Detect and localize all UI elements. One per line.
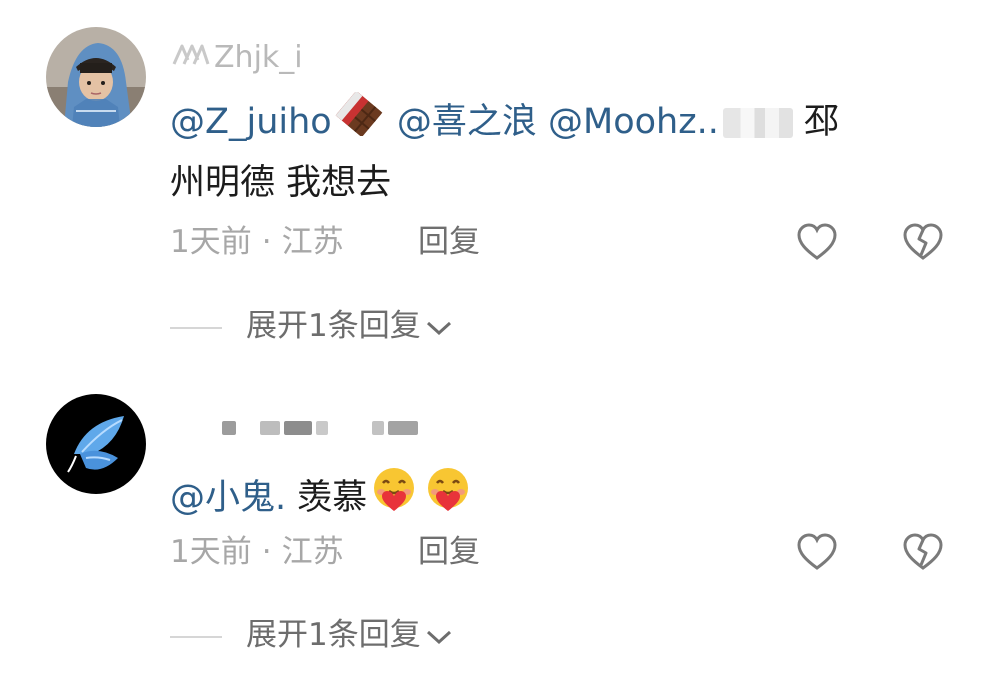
separator-dot: ·: [261, 534, 272, 570]
comment-text-tail-a: 邳: [804, 102, 840, 142]
comment-location: 江苏: [281, 534, 344, 570]
reply-button[interactable]: 回复: [418, 222, 480, 262]
heart-outline-icon[interactable]: [796, 532, 838, 572]
mention-link[interactable]: @Z_juiho: [170, 102, 332, 142]
redacted-text: [722, 108, 793, 138]
divider-line: [170, 326, 222, 329]
broken-heart-icon[interactable]: [902, 532, 944, 572]
avatar[interactable]: [46, 394, 146, 494]
comment-item: @小鬼. 羡慕 1天前 · 江苏 回复 展开1条回复: [0, 372, 1000, 686]
mention-link[interactable]: @喜之浪: [397, 102, 537, 142]
reply-button[interactable]: 回复: [418, 532, 480, 572]
comment-meta: 1天前 · 江苏 回复: [170, 532, 480, 572]
expand-replies-button[interactable]: 展开1条回复: [170, 306, 453, 346]
comment-list: Zhjk_i @Z_juiho @喜之浪 @Moohz.. 邳州明德 我想去 1…: [0, 0, 1000, 686]
chevron-down-icon: [425, 308, 453, 348]
comment-text-tail-b: 州明德 我想去: [170, 163, 392, 203]
user-badge-icon: [172, 41, 210, 77]
username[interactable]: Zhjk_i: [172, 40, 303, 77]
smiling-face-with-hearts-emoji: [423, 465, 473, 533]
comment-time: 1天前: [170, 224, 252, 260]
comment-time: 1天前: [170, 534, 252, 570]
mention-link[interactable]: @小鬼.: [170, 478, 286, 518]
comment-body: 羡慕: [297, 478, 368, 518]
expand-replies-label: 展开1条回复: [246, 308, 421, 344]
chocolate-bar-emoji: [334, 90, 384, 154]
expand-replies-label: 展开1条回复: [246, 617, 421, 653]
heart-outline-icon[interactable]: [796, 222, 838, 262]
expand-replies-button[interactable]: 展开1条回复: [170, 615, 453, 655]
username-text: Zhjk_i: [214, 40, 303, 75]
comment-meta: 1天前 · 江苏 回复: [170, 222, 480, 262]
divider-line: [170, 635, 222, 638]
smiling-face-with-hearts-emoji: [369, 465, 419, 533]
comment-item: Zhjk_i @Z_juiho @喜之浪 @Moohz.. 邳州明德 我想去 1…: [0, 0, 1000, 372]
separator-dot: ·: [261, 224, 272, 260]
avatar[interactable]: [46, 27, 146, 127]
chevron-down-icon: [425, 617, 453, 657]
redacted-username: [222, 417, 432, 437]
comment-text: @小鬼. 羡慕: [170, 465, 960, 533]
comment-location: 江苏: [281, 224, 344, 260]
mention-link[interactable]: @Moohz..: [548, 102, 719, 142]
broken-heart-icon[interactable]: [902, 222, 944, 262]
comment-text: @Z_juiho @喜之浪 @Moohz.. 邳州明德 我想去: [170, 90, 960, 212]
